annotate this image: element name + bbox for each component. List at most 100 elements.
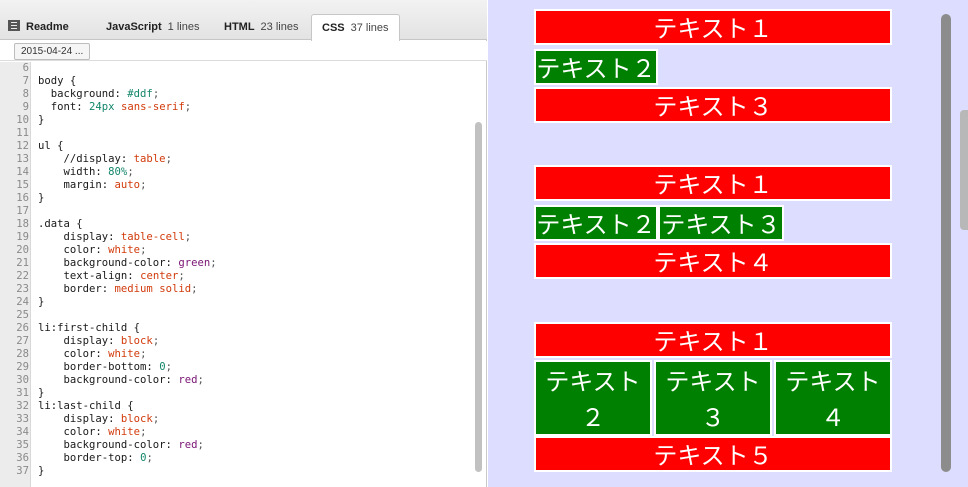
code-text: background: #ddf; [38, 88, 159, 101]
code-text: //display: table; [38, 153, 172, 166]
code-line: 33 display: block; [0, 413, 470, 426]
code-text: background-color: red; [38, 374, 204, 387]
line-number: 34 [16, 426, 29, 438]
code-line: 12 ul { [0, 140, 470, 153]
code-token: ; [146, 452, 153, 464]
list1-last-item: テキスト３ [534, 87, 892, 123]
code-editor[interactable]: 6 7 body {8 background: #ddf; 9 font: 24px … [0, 62, 487, 487]
list2-data-cell: テキスト３ [658, 205, 784, 241]
version-selector[interactable]: 2015-04-24 ... [14, 43, 91, 60]
code-text: border-bottom: 0; [38, 361, 172, 374]
line-number: 17 [16, 205, 29, 217]
tab-javascript-line-count: 1 lines [167, 21, 200, 33]
code-line: 31} [0, 387, 470, 400]
list3-cell-text: ２ [581, 404, 605, 432]
code-line: 37} [0, 465, 470, 478]
code-token: ; [140, 348, 147, 360]
list3-cell-text: ４ [821, 404, 845, 432]
tab-html-line-count: 23 lines [260, 21, 299, 33]
code-token: red [178, 374, 198, 386]
tab-readme[interactable]: Readme [8, 14, 69, 40]
code-token: display: [38, 231, 121, 243]
code-text: } [38, 296, 44, 309]
line-number: 18 [16, 218, 29, 230]
tab-css[interactable]: CSS 37 lines [311, 14, 400, 41]
code-text: background-color: red; [38, 439, 204, 452]
file-tab-bar: Readme JavaScript 1 lines HTML 23 lines CS… [0, 0, 487, 41]
code-token: ; [140, 426, 147, 438]
preview-scrollbar[interactable] [941, 14, 951, 472]
code-line: 19 display: table-cell; [0, 231, 470, 244]
code-token: red [178, 439, 198, 451]
line-number: 24 [16, 296, 29, 308]
code-token: table [133, 153, 166, 165]
tab-html-label: HTML [224, 21, 255, 33]
code-token: ; [152, 335, 160, 347]
line-number: 19 [16, 231, 29, 243]
tab-css-line-count: 37 lines [350, 22, 389, 34]
tab-javascript[interactable]: JavaScript 1 lines [106, 14, 199, 40]
code-text: li:last-child { [38, 400, 134, 413]
code-text: margin: auto; [38, 179, 147, 192]
line-number: 12 [16, 140, 29, 152]
code-token: block [120, 335, 153, 347]
code-token: background-color: [38, 439, 179, 451]
code-token: color: [38, 244, 109, 256]
code-text: display: table-cell; [38, 231, 192, 244]
code-line: 17 [0, 205, 470, 218]
line-number: 25 [16, 309, 29, 321]
code-line: 10} [0, 114, 470, 127]
line-number: 36 [16, 452, 29, 464]
code-line: 24} [0, 296, 470, 309]
code-token: 80% [108, 166, 128, 178]
line-number: 13 [16, 153, 29, 165]
list2-last-item: テキスト４ [534, 243, 892, 279]
code-token: ; [152, 88, 160, 100]
code-token: ; [210, 257, 217, 269]
css-editor-pane: Readme JavaScript 1 lines HTML 23 lines CS… [0, 0, 487, 487]
code-token: } [38, 114, 45, 126]
code-token: sans-serif [120, 101, 185, 113]
line-number: 7 [22, 75, 29, 87]
line-number: 37 [16, 465, 29, 477]
code-token: 24px [89, 101, 115, 113]
code-text: display: block; [38, 335, 160, 348]
line-number: 6 [22, 62, 29, 74]
line-number: 11 [16, 127, 29, 139]
code-line: 26 li:first-child { [0, 322, 470, 335]
code-line: 15 margin: auto; [0, 179, 470, 192]
code-line: 30 background-color: red; [0, 374, 470, 387]
line-number: 33 [16, 413, 29, 425]
code-line: 32 li:last-child { [0, 400, 470, 413]
editor-scrollbar[interactable] [475, 122, 482, 472]
document-icon [8, 20, 20, 31]
code-text: color: white; [38, 244, 147, 257]
tab-html[interactable]: HTML 23 lines [224, 14, 298, 40]
list3-cell-text: テキスト [545, 368, 641, 396]
list2-first-item: テキスト１ [534, 165, 892, 201]
list2-data-cell: テキスト２ [534, 205, 658, 241]
code-token: green [178, 257, 211, 269]
code-token: ul { [38, 140, 64, 152]
code-token: ; [152, 413, 160, 425]
list3-data-cell: テキスト ４ [774, 360, 892, 436]
code-token: #ddf [127, 88, 153, 100]
code-text: } [38, 114, 44, 127]
code-text: body { [38, 75, 76, 88]
window-edge-scrollbar[interactable] [960, 110, 968, 230]
tab-readme-label: Readme [26, 21, 69, 33]
code-token: body { [38, 75, 77, 87]
code-token: ; [140, 244, 147, 256]
code-token: color: [38, 348, 109, 360]
code-token: margin: [38, 179, 115, 191]
code-token: auto [114, 179, 141, 191]
code-line: 35 background-color: red; [0, 439, 470, 452]
list3-data-cell: テキスト ３ [654, 360, 772, 436]
code-token: white [108, 244, 141, 256]
code-token: //display: [38, 153, 134, 165]
code-token: } [38, 192, 45, 204]
code-token: } [38, 387, 45, 399]
line-number: 10 [16, 114, 29, 126]
code-token: display: [38, 413, 121, 425]
code-line: 14 width: 80%; [0, 166, 470, 179]
